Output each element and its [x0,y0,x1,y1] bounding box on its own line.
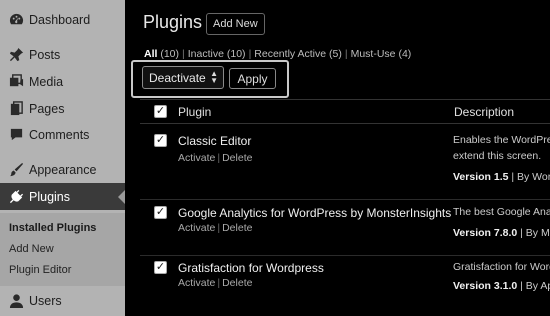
activate-link[interactable]: Activate [178,277,215,289]
filter-inactive[interactable]: Inactive (10) [188,48,246,60]
sidebar-item-users[interactable]: Users [0,287,125,314]
activate-link[interactable]: Activate [178,222,215,234]
plugin-name: Google Analytics for WordPress by Monste… [178,206,452,220]
plugin-version: Version 1.5 | By Wor [453,171,550,183]
dashboard-icon [9,12,24,27]
main-content: Plugins Add New All (10) | Inactive (10) | R… [125,0,550,316]
submenu-add-new[interactable]: Add New [9,243,54,255]
sidebar-item-label: Pages [29,101,65,116]
sidebar-item-label: Appearance [29,162,97,177]
plugins-table: ✓ Plugin Description ✓ Classic Editor Ac… [140,99,550,316]
delete-link[interactable]: Delete [222,152,252,164]
plugins-submenu: Installed Plugins Add New Plugin Editor [0,213,125,286]
table-header: ✓ Plugin Description [140,99,550,124]
delete-link[interactable]: Delete [222,222,252,234]
bulk-action-selected: Deactivate [149,70,206,85]
row-checkbox[interactable]: ✓ [154,261,167,274]
apply-button[interactable]: Apply [229,68,276,89]
sidebar-item-label: Plugins [29,189,70,204]
filter-recently-active[interactable]: Recently Active (5) [254,48,342,60]
bulk-action-select[interactable]: Deactivate ▲ ▼ [142,66,224,89]
filter-must-use[interactable]: Must-Use (4) [351,48,412,60]
pages-icon [9,101,24,116]
sidebar-item-label: Posts [29,47,61,62]
user-icon [9,293,24,308]
row-actions: Activate | Delete [178,222,253,234]
table-row: ✓ Classic Editor Activate | Delete Enables… [140,125,550,200]
sidebar-item-appearance[interactable]: Appearance [0,156,125,183]
sidebar-item-media[interactable]: Media [0,68,125,95]
table-row: ✓ Gratisfaction for Wordpress Activate | D… [140,256,550,316]
plugin-description: Enables the WordPres [453,134,550,146]
row-checkbox[interactable]: ✓ [154,134,167,147]
activate-link[interactable]: Activate [178,152,215,164]
submenu-installed-plugins[interactable]: Installed Plugins [9,222,96,234]
column-description: Description [454,105,515,119]
select-arrows-icon: ▲ ▼ [210,69,218,85]
brush-icon [9,162,24,177]
plugin-name: Gratisfaction for Wordpress [178,261,324,275]
sidebar-item-label: Dashboard [29,12,91,27]
plug-icon [9,189,24,204]
plugin-version: Version 7.8.0 | By Mon [453,227,550,239]
row-actions: Activate | Delete [178,277,253,289]
page-title: Plugins [143,12,203,32]
plugin-description-line2: extend this screen. [453,150,542,162]
plugin-description: The best Google Ana [453,206,550,218]
sidebar-item-dashboard[interactable]: Dashboard [0,6,125,33]
sidebar-item-label: Users [29,293,62,308]
select-all-checkbox[interactable]: ✓ [154,105,167,118]
plugin-status-filters: All (10) | Inactive (10) | Recently Active (… [144,48,412,60]
add-new-button[interactable]: Add New [206,13,265,35]
plugin-description: Gratisfaction for Word [453,261,550,273]
plugin-version: Version 3.1.0 | By Ap [453,280,550,292]
sidebar-item-comments[interactable]: Comments [0,121,125,148]
sidebar-item-posts[interactable]: Posts [0,41,125,68]
submenu-plugin-editor[interactable]: Plugin Editor [9,264,71,276]
filter-all[interactable]: All (10) [144,48,179,60]
row-checkbox[interactable]: ✓ [154,206,167,219]
delete-link[interactable]: Delete [222,277,252,289]
admin-sidebar: Dashboard Posts Media Pages Comments App… [0,0,125,316]
sidebar-item-label: Media [29,74,64,89]
column-plugin: Plugin [178,105,212,119]
row-actions: Activate | Delete [178,152,253,164]
comment-icon [9,127,24,142]
plugin-name: Classic Editor [178,134,252,148]
pin-icon [9,47,24,62]
sidebar-item-label: Comments [29,127,90,142]
sidebar-item-plugins[interactable]: Plugins [0,183,125,210]
media-icon [9,74,24,89]
table-row: ✓ Google Analytics for WordPress by Mons… [140,200,550,256]
sidebar-item-pages[interactable]: Pages [0,95,125,122]
